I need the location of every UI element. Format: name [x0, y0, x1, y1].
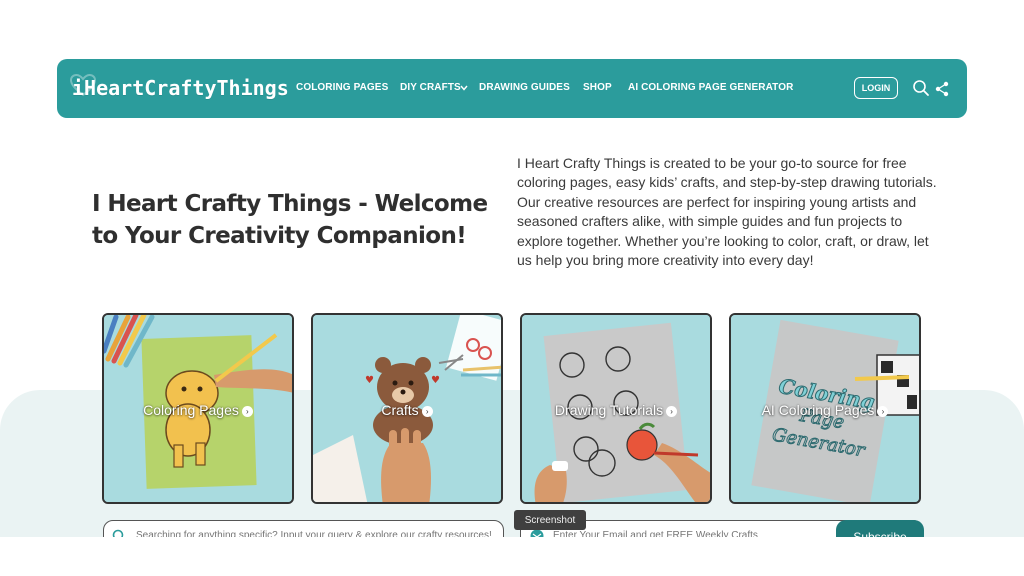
arrow-icon: ›: [421, 406, 433, 417]
card-label-text: Coloring Pages: [143, 402, 239, 418]
login-button[interactable]: LOGIN: [854, 77, 898, 99]
share-icon[interactable]: [934, 81, 950, 97]
nav-ai-coloring-page-generator[interactable]: AI COLORING PAGE GENERATOR: [628, 82, 793, 93]
card-label: Crafts ›: [313, 402, 501, 418]
logo-text: iHeartCraftyThings: [72, 76, 289, 100]
site-logo[interactable]: iHeartCraftyThings: [70, 74, 289, 104]
page-title: I Heart Crafty Things - Welcome to Your …: [92, 191, 488, 249]
card-crafts[interactable]: ♥ ♥ Crafts ›: [311, 313, 503, 504]
arrow-icon: ›: [241, 406, 253, 417]
card-label: AI Coloring Pages ›: [731, 402, 919, 418]
card-ai-coloring-pages[interactable]: Coloring Page Generator AI Coloring Page…: [729, 313, 921, 504]
nav-shop[interactable]: SHOP: [583, 82, 612, 93]
intro-description: I Heart Crafty Things is created to be y…: [517, 155, 937, 269]
nav-drawing-guides[interactable]: DRAWING GUIDES: [479, 82, 570, 93]
card-label-text: AI Coloring Pages: [761, 402, 875, 418]
svg-text:♥: ♥: [365, 375, 374, 386]
card-label: Coloring Pages ›: [104, 402, 292, 418]
card-label: Drawing Tutorials ›: [522, 402, 710, 418]
svg-text:♥: ♥: [431, 375, 440, 386]
search-icon[interactable]: [912, 79, 930, 97]
card-label-text: Drawing Tutorials: [554, 402, 664, 418]
card-label-text: Crafts: [381, 402, 419, 418]
card-drawing-tutorials[interactable]: Drawing Tutorials ›: [520, 313, 712, 504]
arrow-icon: ›: [877, 406, 889, 417]
card-coloring-pages[interactable]: Coloring Pages ›: [102, 313, 294, 504]
arrow-icon: ›: [666, 406, 678, 417]
nav-diy-crafts[interactable]: DIY CRAFTS: [400, 82, 461, 93]
nav-coloring-pages[interactable]: COLORING PAGES: [296, 82, 388, 93]
screenshot-tooltip: Screenshot: [514, 510, 586, 530]
chevron-down-icon[interactable]: [460, 85, 468, 91]
bottom-edge: [0, 537, 1024, 576]
